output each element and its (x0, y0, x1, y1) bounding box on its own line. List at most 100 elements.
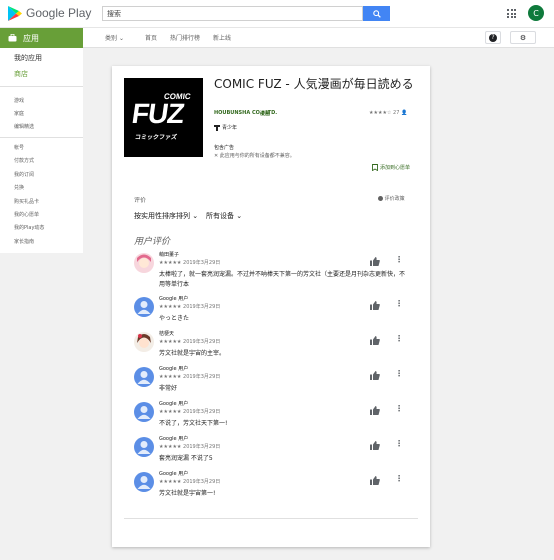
sidebar-item-family[interactable]: 家庭 (14, 110, 24, 117)
help-button[interactable]: ? (485, 31, 501, 44)
content-rating: 青少年 (214, 124, 237, 131)
review-stars: ★★★★★ (159, 409, 182, 415)
reviewer-avatar (134, 332, 154, 352)
nav-top-charts[interactable]: 热门排行榜 (170, 33, 200, 42)
android-apps-icon (8, 34, 17, 42)
review-date: 2019年3月29日 (183, 409, 221, 415)
review-item: Google 用户 ★★★★★ 2019年3月29日 套亮润宠漏 不说了5 ⋮ (134, 435, 414, 467)
chevron-down-icon: ⌄ (118, 35, 124, 42)
review-rating: ★★★★★ 2019年3月29日 (159, 478, 220, 485)
more-options-icon[interactable]: ⋮ (395, 334, 403, 343)
sidebar-item-play-activity[interactable]: 我的Play动态 (14, 224, 44, 231)
review-text: 芳文社就是宇宙第一! (159, 490, 216, 497)
sidebar-item-editors-choice[interactable]: 编辑精选 (14, 123, 34, 130)
review-date: 2019年3月29日 (183, 479, 221, 485)
review-text: 不说了，芳文社天下第一! (159, 420, 228, 427)
sidebar-item-wishlist[interactable]: 我的心愿单 (14, 211, 39, 218)
review-stars: ★★★★★ (159, 479, 182, 485)
review-stars: ★★★★★ (159, 260, 182, 266)
sidebar-item-payment[interactable]: 付款方式 (14, 157, 34, 164)
account-avatar[interactable]: C (528, 5, 544, 21)
review-rating: ★★★★★ 2019年3月29日 (159, 338, 220, 345)
divider (124, 518, 418, 519)
nav-category[interactable]: 类别 ⌄ (105, 33, 124, 42)
search-input[interactable]: 搜索 (102, 6, 363, 21)
reviewer-name: Google 用户 (159, 296, 189, 302)
user-reviews-heading: 用户评价 (134, 237, 171, 247)
review-rating: ★★★★★ 2019年3月29日 (159, 443, 220, 450)
thumbs-up-icon[interactable] (370, 257, 380, 266)
reviewer-avatar (134, 367, 154, 387)
brand-name: Google Play (26, 6, 92, 20)
sidebar-item-redeem[interactable]: 兑换 (14, 184, 24, 191)
reviewer-name: Google 用户 (159, 436, 189, 442)
rating-summary: ★★★★☆ 27 👤 (369, 110, 407, 116)
review-rating: ★★★★★ 2019年3月29日 (159, 373, 220, 380)
app-cover-image: COMIC FUZ コミックファズ (124, 78, 203, 157)
thumbs-up-icon[interactable] (370, 371, 380, 380)
reviewer-avatar (134, 402, 154, 422)
thumbs-up-icon[interactable] (370, 336, 380, 345)
review-text: 芳文社就是宇宙的主宰。 (159, 350, 226, 357)
more-options-icon[interactable]: ⋮ (395, 404, 403, 413)
nav-home[interactable]: 首页 (145, 33, 157, 42)
tab-apps[interactable]: 应用 (0, 28, 83, 48)
wishlist-label: 添加到心愿单 (380, 165, 411, 171)
review-item: Google 用户 ★★★★★ 2019年3月29日 芳文社就是宇宙第一! ⋮ (134, 470, 414, 502)
more-options-icon[interactable]: ⋮ (395, 474, 403, 483)
contains-ads-label: 包含广告 (214, 145, 235, 151)
add-to-wishlist-button[interactable]: 添加到心愿单 (372, 164, 410, 171)
rating-count: 27 (393, 110, 400, 116)
review-policy-link[interactable]: 评价政策 (378, 195, 405, 202)
device-filter-dropdown[interactable]: 所有设备 ⌄ (206, 211, 242, 221)
review-stars: ★★★★★ (159, 374, 182, 380)
review-date: 2019年3月29日 (183, 374, 221, 380)
sidebar-item-parent-guide[interactable]: 家长指南 (14, 238, 34, 245)
app-details-card: COMIC FUZ コミックファズ COMIC FUZ - 人気漫画が毎日読める… (112, 66, 430, 547)
review-stars: ★★★★★ (159, 304, 182, 310)
sidebar-item-gift-card[interactable]: 购买礼品卡 (14, 198, 39, 205)
review-date: 2019年3月29日 (183, 444, 221, 450)
thumbs-up-icon[interactable] (370, 301, 380, 310)
sidebar-item-account[interactable]: 帐号 (14, 144, 24, 151)
reviewer-name: 桔梗天 (159, 331, 175, 337)
thumbs-up-icon[interactable] (370, 406, 380, 415)
review-text: やっときた (159, 315, 190, 322)
reviewer-avatar (134, 472, 154, 492)
reviewer-name: Google 用户 (159, 401, 189, 407)
sort-dropdown[interactable]: 按实用性排序排列 ⌄ (134, 211, 198, 221)
settings-button[interactable]: ⚙ (510, 31, 536, 44)
category-link[interactable]: 漫画 (260, 110, 270, 117)
chevron-down-icon: ⌄ (236, 212, 243, 220)
more-options-icon[interactable]: ⋮ (395, 299, 403, 308)
more-options-icon[interactable]: ⋮ (395, 255, 403, 264)
app-title: COMIC FUZ - 人気漫画が毎日読める (214, 77, 414, 91)
top-bar: Google Play 搜索 C (0, 0, 554, 27)
review-rating: ★★★★★ 2019年3月29日 (159, 408, 220, 415)
review-item: Google 用户 ★★★★★ 2019年3月29日 非常好 ⋮ (134, 365, 414, 397)
divider (0, 137, 83, 138)
sidebar-item-games[interactable]: 游戏 (14, 97, 24, 104)
review-date: 2019年3月29日 (183, 304, 221, 310)
nav-new-releases[interactable]: 新上线 (213, 33, 231, 42)
sidebar-item-store[interactable]: 商店 (14, 69, 28, 79)
more-options-icon[interactable]: ⋮ (395, 439, 403, 448)
review-stars: ★★★★★ (159, 339, 182, 345)
reviewer-avatar (134, 253, 154, 273)
compatibility-text: 此应用与你的所有设备都不兼容。 (219, 153, 295, 159)
thumbs-up-icon[interactable] (370, 476, 380, 485)
gear-icon: ⚙ (519, 33, 527, 42)
reviewer-name: Google 用户 (159, 471, 189, 477)
review-policy-label: 评价政策 (384, 196, 405, 202)
info-icon (378, 196, 383, 201)
search-button[interactable] (363, 6, 390, 21)
sidebar-item-subscriptions[interactable]: 我的订阅 (14, 171, 34, 178)
google-play-logo[interactable]: Google Play (8, 5, 91, 21)
sidebar-item-my-apps[interactable]: 我的应用 (14, 53, 42, 63)
thumbs-up-icon[interactable] (370, 441, 380, 450)
sub-navigation: 应用 类别 ⌄ 首页 热门排行榜 新上线 ? ⚙ (0, 27, 554, 48)
review-text: 太棒啦了，就一套亮润宠漏。不过并不呐棒天下第一的芳文社（主要还是月刊杂志更新快，… (159, 271, 406, 288)
review-stars: ★★★★★ (159, 444, 182, 450)
more-options-icon[interactable]: ⋮ (395, 369, 403, 378)
apps-grid-icon[interactable] (507, 9, 516, 18)
